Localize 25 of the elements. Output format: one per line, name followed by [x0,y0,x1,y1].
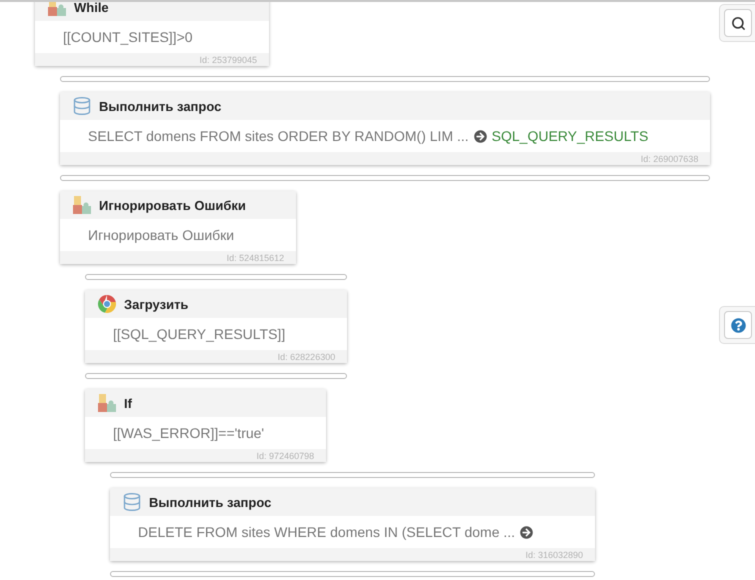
block-title: While [74,2,109,14]
action-block[interactable]: Выполнить запрос DELETE FROM sites WHERE domens IN (SELECT dome ... Id: 316032890 [110,488,596,561]
action-block[interactable]: Игнорировать Ошибки Игнорировать Ошибки Id: 524815612 [60,191,296,264]
block-text: [[COUNT_SITES]]>0 [63,29,193,45]
block-id: Id: 269007638 [640,154,698,164]
block-id: Id: 972460798 [256,450,314,460]
block-title: Выполнить запрос [149,494,272,510]
output-variable: SQL_QUERY_RESULTS [492,128,648,144]
block-id: Id: 253799045 [199,54,257,64]
action-block[interactable]: Загрузить [[SQL_QUERY_RESULTS]] Id: 628226300 [85,290,348,363]
action-block[interactable]: If [[WAS_ERROR]]=='true' Id: 972460798 [85,389,326,462]
block-title: Игнорировать Ошибки [99,198,246,212]
action-block[interactable]: Выполнить запрос SELECT domens FROM sites ORDER BY RANDOM() LIM ... SQL_QUERY_RESULTS Id: 269007638 [60,92,710,165]
block-text: DELETE FROM sites WHERE domens IN (SELECT dome ... [138,524,516,540]
block-text: Игнорировать Ошибки [88,227,234,243]
block-text: [[SQL_QUERY_RESULTS]] [113,326,286,342]
block-id: Id: 524815612 [226,252,284,262]
block-title: Выполнить запрос [99,98,222,114]
block-id: Id: 316032890 [526,550,584,560]
block-id: Id: 628226300 [278,352,336,362]
block-text: [[WAS_ERROR]]=='true' [113,425,264,441]
block-title: If [124,396,132,410]
action-block[interactable]: While [[COUNT_SITES]]>0 Id: 253799045 [35,2,269,66]
block-title: Загрузить [124,296,188,312]
block-text: SELECT domens FROM sites ORDER BY RANDOM() LIM ... [88,128,469,144]
